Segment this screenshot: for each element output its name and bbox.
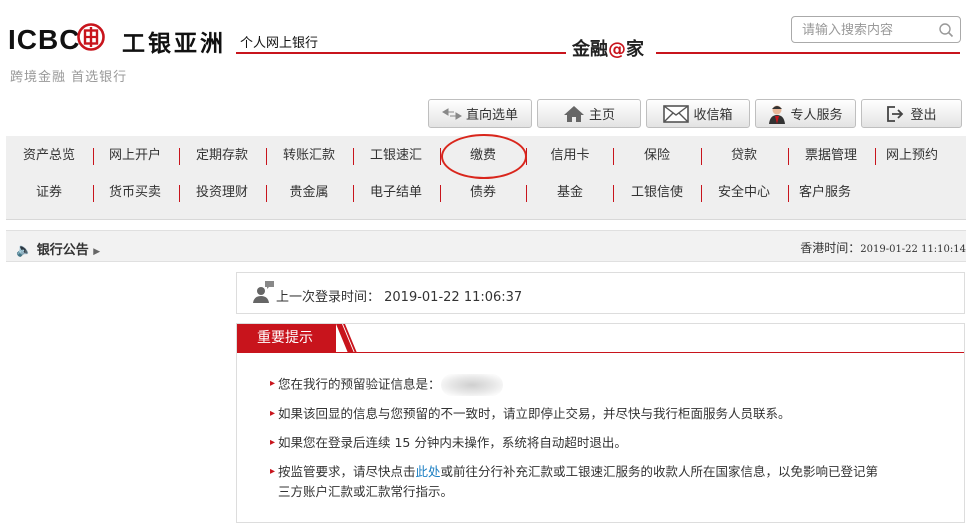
- brand-part-a: 金融: [572, 39, 608, 60]
- nav-item-row1-4[interactable]: 工银速汇: [356, 146, 436, 166]
- nav-separator: [266, 148, 267, 165]
- hk-time-label: 香港时间：: [800, 241, 861, 255]
- bullet-arrow-icon: ▸: [270, 437, 276, 448]
- logo-text: ICBC: [8, 24, 81, 55]
- nav-item-row1-7[interactable]: 保险: [617, 146, 697, 166]
- nav-separator: [93, 185, 94, 202]
- nav-separator: [440, 185, 441, 202]
- nav-item-row1-9[interactable]: 票据管理: [791, 146, 871, 166]
- nav-item-row1-2[interactable]: 定期存款: [182, 146, 262, 166]
- tip-text: 按监管要求，请尽快点击: [278, 464, 416, 479]
- nav-item-row1-6[interactable]: 信用卡: [530, 146, 610, 166]
- nav-item-row2-0[interactable]: 证券: [9, 183, 89, 203]
- bank-announcement-label: 银行公告: [36, 243, 89, 258]
- play-arrow-icon: ▶: [93, 247, 101, 257]
- advisor-icon: [769, 105, 786, 124]
- nav-item-row2-6[interactable]: 基金: [530, 183, 610, 203]
- app-title: 个人网上银行: [240, 36, 319, 51]
- nav-separator: [701, 185, 702, 202]
- verification-info-blurred: [440, 374, 503, 396]
- inbox-button[interactable]: 收信箱: [646, 99, 750, 128]
- hk-time: 香港时间：2019-01-22 11:10:14: [800, 239, 966, 256]
- nav-separator: [179, 185, 180, 202]
- nav-item-row1-1[interactable]: 网上开户: [95, 146, 175, 166]
- nav-item-row1-10[interactable]: 网上预约: [872, 146, 952, 166]
- menu-button-label: 直向选单: [465, 108, 518, 123]
- brand-at: @: [608, 39, 626, 60]
- nav-item-row2-8[interactable]: 安全中心: [704, 183, 784, 203]
- nav-item-row2-1[interactable]: 货币买卖: [95, 183, 175, 203]
- nav-separator: [179, 148, 180, 165]
- nav-separator: [353, 148, 354, 165]
- nav-item-row1-0[interactable]: 资产总览: [9, 146, 89, 166]
- nav-separator: [613, 148, 614, 165]
- header-divider-right: [656, 52, 960, 54]
- advisor-button[interactable]: 专人服务: [755, 99, 856, 128]
- speaker-icon: 🔈: [16, 243, 33, 258]
- inbox-button-label: 收信箱: [693, 108, 733, 123]
- search-input[interactable]: [800, 20, 934, 41]
- nav-item-row2-5[interactable]: 债券: [443, 183, 523, 203]
- brand-part-b: 家: [626, 39, 644, 60]
- logo-cn-text: 工银亚洲: [122, 31, 226, 57]
- tip-item: ▸ 如果该回显的信息与您预留的不一致时，请立即停止交易，并尽快与我行柜面服务人员…: [270, 404, 791, 424]
- menu-button[interactable]: 直向选单: [428, 99, 532, 128]
- nav-item-row2-4[interactable]: 电子结单: [356, 183, 436, 203]
- advisor-button-label: 专人服务: [790, 108, 843, 123]
- nav-separator: [788, 185, 789, 202]
- home-icon: [563, 105, 584, 122]
- important-tips-title: 重要提示: [237, 324, 336, 353]
- nav-separator: [266, 185, 267, 202]
- user-chat-icon: [253, 281, 274, 303]
- nav-separator: [93, 148, 94, 165]
- logout-button[interactable]: 登出: [861, 99, 962, 128]
- brand-slogan: 金融@家: [572, 35, 644, 61]
- nav-separator: [701, 148, 702, 165]
- tip-item: ▸ 您在我行的预留验证信息是：: [270, 374, 503, 396]
- nav-separator: [875, 148, 876, 165]
- swap-arrows-icon: [442, 107, 462, 120]
- slogan: 跨境金融 首选银行: [10, 70, 128, 85]
- nav-item-row2-3[interactable]: 贵金属: [269, 183, 349, 203]
- tip-item: ▸ 按监管要求，请尽快点击此处或前往分行补充汇款或工银速汇服务的收款人所在国家信…: [270, 462, 879, 482]
- tips-divider: [237, 352, 964, 353]
- notice-bar: 🔈 银行公告 ▶ 香港时间：2019-01-22 11:10:14: [6, 230, 966, 262]
- last-login-text: 上一次登录时间： 2019-01-22 11:06:37: [276, 290, 523, 305]
- tip-text: 您在我行的预留验证信息是：: [278, 376, 441, 392]
- tip-text: 如果该回显的信息与您预留的不一致时，请立即停止交易，并尽快与我行柜面服务人员联系…: [278, 406, 791, 421]
- title-stripes-icon: [336, 324, 357, 353]
- nav-item-row2-9[interactable]: 客户服务: [785, 183, 865, 203]
- nav-item-row2-2[interactable]: 投资理财: [182, 183, 262, 203]
- tip-text: 或前往分行补充汇款或工银速汇服务的收款人所在国家信息，以免影响已登记第: [440, 464, 879, 479]
- nav-separator: [353, 185, 354, 202]
- bank-announcement[interactable]: 🔈 银行公告 ▶: [16, 239, 100, 258]
- nav-item-row1-8[interactable]: 贷款: [704, 146, 784, 166]
- nav-separator: [613, 185, 614, 202]
- header-divider-left: [236, 52, 566, 54]
- envelope-icon: [663, 104, 690, 123]
- highlight-circle: [441, 134, 527, 179]
- bullet-arrow-icon: ▸: [270, 408, 276, 419]
- click-here-link[interactable]: 此处: [416, 464, 441, 479]
- tip-text: 如果您在登录后连续 15 分钟内未操作，系统将自动超时退出。: [278, 435, 627, 450]
- nav-item-row1-3[interactable]: 转账汇款: [269, 146, 349, 166]
- logout-icon: [887, 105, 904, 122]
- tip-item-continued: 三方账户汇款或汇款常行指示。: [278, 484, 454, 499]
- bullet-arrow-icon: ▸: [270, 378, 276, 389]
- nav-separator: [788, 148, 789, 165]
- tip-item: ▸ 如果您在登录后连续 15 分钟内未操作，系统将自动超时退出。: [270, 433, 627, 453]
- home-button[interactable]: 主页: [537, 99, 641, 128]
- home-button-label: 主页: [588, 108, 615, 123]
- nav-item-row2-7[interactable]: 工银信使: [617, 183, 697, 203]
- search-box[interactable]: [791, 16, 961, 43]
- icbc-logo-icon: [77, 23, 105, 51]
- search-icon[interactable]: [938, 22, 954, 38]
- hk-time-value: 2019-01-22 11:10:14: [860, 244, 966, 255]
- bullet-arrow-icon: ▸: [270, 466, 276, 477]
- logout-button-label: 登出: [910, 108, 937, 123]
- nav-separator: [526, 185, 527, 202]
